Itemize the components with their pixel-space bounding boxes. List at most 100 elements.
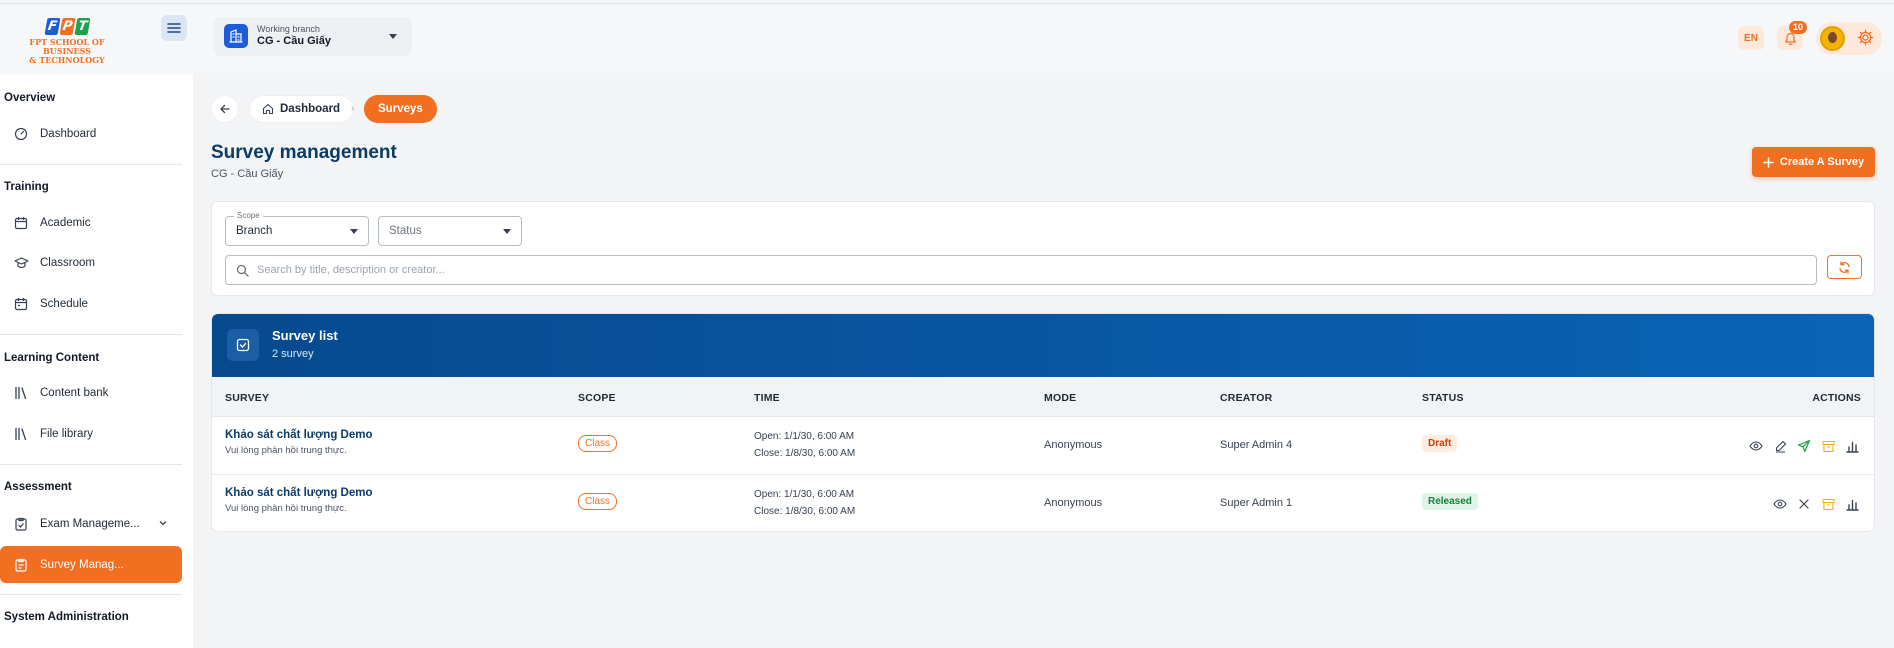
sidebar-item-label: Content bank	[40, 386, 109, 399]
status-badge: Released	[1422, 493, 1478, 510]
survey-list-count: 2 survey	[272, 348, 314, 360]
survey-description: Vui lòng phản hồi trung thực.	[225, 503, 347, 514]
menu-toggle-button[interactable]	[161, 15, 187, 41]
section-title-overview: Overview	[4, 92, 56, 104]
chevron-down-icon	[389, 34, 397, 39]
gauge-icon	[13, 126, 29, 142]
create-survey-button[interactable]: Create A Survey	[1752, 147, 1875, 177]
archive-icon[interactable]	[1820, 438, 1836, 454]
checkbox-square-icon	[227, 329, 259, 361]
sidebar-item-classroom[interactable]: Classroom	[0, 244, 182, 281]
section-title-training: Training	[4, 181, 49, 193]
avatar[interactable]	[1820, 26, 1845, 51]
back-button[interactable]	[211, 95, 239, 123]
logo-text: FPT SCHOOL OF BUSINESS & TECHNOLOGY	[6, 38, 128, 65]
survey-list-card: Survey list 2 survey SURVEY SCOPE TIME M…	[211, 313, 1875, 532]
status-select[interactable]: Status	[378, 216, 522, 246]
status-placeholder: Status	[389, 225, 422, 237]
sidebar: Overview Dashboard Training Academic Cla…	[0, 74, 193, 648]
sidebar-item-dashboard[interactable]: Dashboard	[0, 115, 182, 152]
breadcrumb-label: Dashboard	[280, 103, 341, 115]
chevron-down-icon	[350, 229, 358, 234]
archive-icon[interactable]	[1820, 496, 1836, 512]
survey-cell: Khảo sát chất lượng Demo Vui lòng phản h…	[225, 429, 373, 456]
table-row[interactable]: Khảo sát chất lượng Demo Vui lòng phản h…	[212, 475, 1874, 531]
calendar-icon	[13, 215, 29, 231]
table-row[interactable]: Khảo sát chất lượng Demo Vui lòng phản h…	[212, 417, 1874, 475]
survey-list-header: Survey list 2 survey	[212, 314, 1874, 377]
breadcrumb-current[interactable]: Surveys	[364, 95, 437, 123]
time-cell: Open: 1/1/30, 6:00 AM Close: 1/8/30, 6:0…	[754, 428, 855, 462]
breadcrumb-separator: ›	[351, 103, 355, 114]
breadcrumb-dashboard[interactable]: Dashboard	[249, 95, 355, 123]
scope-select[interactable]: Scope Branch	[225, 211, 369, 246]
close-icon[interactable]	[1796, 496, 1812, 512]
refresh-button[interactable]	[1827, 255, 1862, 279]
sidebar-item-survey-management[interactable]: Survey Manag...	[0, 546, 182, 583]
search-input[interactable]	[257, 264, 1157, 276]
branch-value: CG - Cầu Giấy	[257, 35, 331, 47]
sidebar-item-academic[interactable]: Academic	[0, 204, 182, 241]
section-title-assessment: Assessment	[4, 481, 72, 493]
branch-selector[interactable]: Working branch CG - Cầu Giấy	[214, 17, 412, 56]
chevron-down-icon	[159, 521, 167, 526]
fpt-logo[interactable]: F P T FPT SCHOOL OF BUSINESS & TECHNOLOG…	[6, 18, 128, 65]
sidebar-item-label: Classroom	[40, 256, 95, 269]
logo-letter-t: T	[74, 18, 90, 35]
sidebar-item-schedule[interactable]: Schedule	[0, 285, 182, 322]
page-subtitle: CG - Cầu Giấy	[211, 168, 284, 180]
column-header-mode: MODE	[1044, 392, 1077, 404]
bar-chart-icon[interactable]	[1844, 496, 1860, 512]
arrow-left-icon	[220, 104, 230, 114]
bar-chart-icon[interactable]	[1844, 438, 1860, 454]
divider	[0, 594, 182, 595]
close-time: Close: 1/8/30, 6:00 AM	[754, 448, 856, 459]
edit-icon[interactable]	[1772, 438, 1788, 454]
survey-title[interactable]: Khảo sát chất lượng Demo	[225, 487, 373, 499]
library-icon	[13, 426, 29, 442]
calendar-icon	[13, 296, 29, 312]
scope-value: Branch	[236, 225, 273, 237]
sidebar-item-content-bank[interactable]: Content bank	[0, 374, 182, 411]
row-actions	[1772, 496, 1860, 512]
scope-cell: Class	[578, 493, 618, 510]
open-time: Open: 1/1/30, 6:00 AM	[754, 489, 855, 500]
eye-icon[interactable]	[1772, 496, 1788, 512]
sidebar-item-file-library[interactable]: File library	[0, 415, 182, 452]
status-cell: Released	[1422, 493, 1478, 510]
language-button[interactable]: EN	[1738, 26, 1764, 50]
scope-label: Scope	[234, 211, 263, 220]
creator-cell: Super Admin 4	[1220, 439, 1293, 451]
sidebar-item-exam-management[interactable]: Exam Manageme...	[0, 505, 182, 542]
logo-mark: F P T	[6, 18, 128, 35]
chevron-down-icon	[503, 229, 511, 234]
time-cell: Open: 1/1/30, 6:00 AM Close: 1/8/30, 6:0…	[754, 486, 855, 520]
sidebar-item-label: File library	[40, 427, 94, 440]
status-cell: Draft	[1422, 435, 1458, 452]
column-header-survey: SURVEY	[225, 392, 270, 404]
table-header: SURVEY SCOPE TIME MODE CREATOR STATUS AC…	[212, 377, 1874, 417]
sidebar-item-label: Dashboard	[40, 127, 97, 140]
section-title-system-administration: System Administration	[4, 611, 129, 623]
logo-line-2: & TECHNOLOGY	[29, 55, 105, 65]
divider	[0, 464, 182, 465]
scope-badge: Class	[578, 435, 618, 452]
eye-icon[interactable]	[1748, 438, 1764, 454]
close-time: Close: 1/8/30, 6:00 AM	[754, 506, 856, 517]
gear-icon[interactable]	[1857, 29, 1874, 46]
divider	[0, 164, 182, 165]
column-header-time: TIME	[754, 392, 780, 404]
library-icon	[13, 385, 29, 401]
survey-title[interactable]: Khảo sát chất lượng Demo	[225, 429, 373, 441]
survey-description: Vui lòng phản hồi trung thực.	[225, 445, 347, 456]
scope-cell: Class	[578, 435, 618, 452]
search-box[interactable]	[225, 255, 1817, 285]
send-icon[interactable]	[1796, 438, 1812, 454]
refresh-icon	[1839, 260, 1850, 274]
user-menu[interactable]	[1816, 22, 1882, 55]
logo-letter-p: P	[59, 18, 75, 35]
menu-icon	[167, 23, 181, 33]
sidebar-item-label: Survey Manag...	[40, 558, 124, 571]
create-survey-label: Create A Survey	[1779, 156, 1865, 168]
plus-icon	[1763, 156, 1774, 168]
